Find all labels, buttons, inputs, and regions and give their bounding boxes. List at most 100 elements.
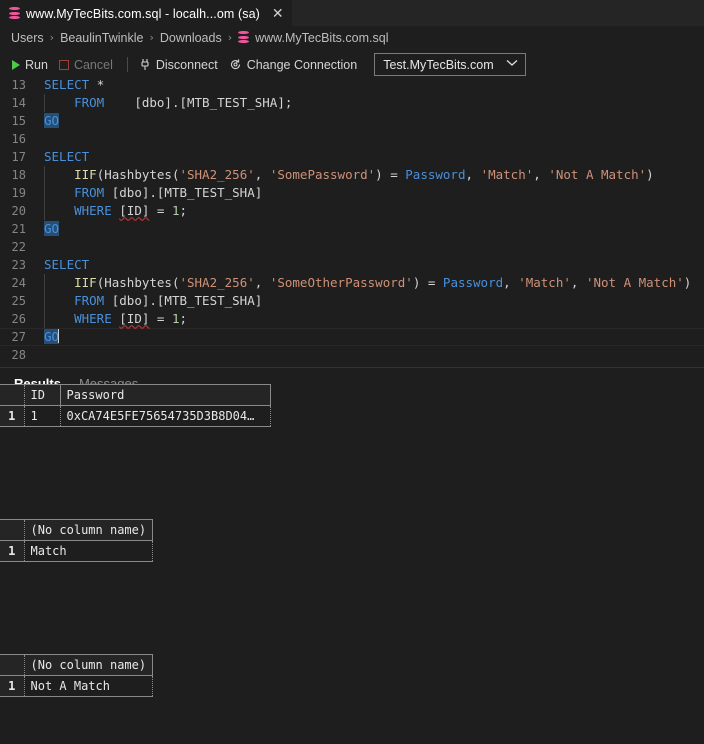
code-line[interactable]: 16 xyxy=(0,130,704,148)
sql-editor-window: www.MyTecBits.com.sql - localh...om (sa)… xyxy=(0,0,704,744)
table-cell[interactable]: Match xyxy=(24,540,154,562)
code-token: [ID] xyxy=(119,311,150,326)
code-token: SELECT xyxy=(44,257,90,272)
breadcrumb-item-users[interactable]: Users xyxy=(11,31,44,45)
code-token: GO xyxy=(44,221,60,236)
code-text: WHERE [ID] = 1; xyxy=(44,310,187,328)
table-header-row: (No column name) xyxy=(0,654,154,676)
table-header-row: ID Password xyxy=(0,384,271,406)
breadcrumb-separator: › xyxy=(149,31,154,44)
text-cursor xyxy=(58,329,60,343)
database-icon xyxy=(238,31,250,44)
line-number: 26 xyxy=(11,312,26,326)
code-token: FROM xyxy=(74,185,105,200)
editor-tab-sql-file[interactable]: www.MyTecBits.com.sql - localh...om (sa)… xyxy=(0,0,292,26)
result-table[interactable]: (No column name) 1 Match xyxy=(0,519,154,562)
column-header[interactable]: (No column name) xyxy=(24,654,154,676)
cancel-button-label: Cancel xyxy=(73,57,113,72)
breadcrumb-item-beaulintwinkle[interactable]: BeaulinTwinkle xyxy=(60,31,143,45)
disconnect-button[interactable]: Disconnect xyxy=(135,56,225,74)
toolbar-divider xyxy=(126,57,128,72)
code-token: Password xyxy=(442,275,504,290)
connection-dropdown[interactable]: Test.MyTecBits.com xyxy=(374,53,526,76)
code-token: [dbo].[MTB_TEST_SHA]; xyxy=(134,95,293,110)
table-row[interactable]: 1 1 0xCA74E5FE75654735D3B8D04… xyxy=(0,405,271,427)
line-number: 24 xyxy=(11,276,26,290)
code-token: , xyxy=(533,167,549,182)
line-number: 17 xyxy=(11,150,26,164)
code-line[interactable]: 23 SELECT xyxy=(0,256,704,274)
code-line[interactable]: 19 FROM [dbo].[MTB_TEST_SHA] xyxy=(0,184,704,202)
code-token: IIF xyxy=(74,167,97,182)
breadcrumb: Users › BeaulinTwinkle › Downloads › www… xyxy=(0,26,704,49)
code-line[interactable]: 20 WHERE [ID] = 1; xyxy=(0,202,704,220)
row-header-corner xyxy=(0,384,25,406)
breadcrumb-separator: › xyxy=(49,31,55,44)
close-icon[interactable]: ✕ xyxy=(272,7,284,21)
code-line[interactable]: 15 GO xyxy=(0,112,704,130)
result-table[interactable]: (No column name) 1 Not A Match xyxy=(0,654,154,697)
line-number: 13 xyxy=(11,80,26,92)
table-cell[interactable]: Not A Match xyxy=(24,675,154,697)
code-token: 1 xyxy=(171,203,180,218)
line-number: 16 xyxy=(11,132,26,146)
column-header[interactable]: (No column name) xyxy=(24,519,154,541)
code-line[interactable]: 28 xyxy=(0,346,704,364)
code-editor[interactable]: 13 SELECT * 14 FROM [dbo].[MTB_TEST_SHA]; 1… xyxy=(0,80,704,368)
code-token: = xyxy=(149,311,172,326)
code-token: FROM xyxy=(74,293,105,308)
line-number: 22 xyxy=(11,240,26,254)
code-line[interactable]: 13 SELECT * xyxy=(0,80,704,94)
code-token: ) = xyxy=(412,275,443,290)
indent-guide xyxy=(44,94,45,112)
results-panel: Results Messages ID Password 1 1 0xCA74E5FE7… xyxy=(0,368,704,744)
table-cell[interactable]: 1 xyxy=(24,405,61,427)
indent-guide xyxy=(44,274,45,292)
indent-guide xyxy=(44,166,45,184)
code-token: WHERE xyxy=(74,311,112,326)
code-line[interactable]: 18 IIF(Hashbytes('SHA2_256', 'SomePasswo… xyxy=(0,166,704,184)
column-header[interactable]: Password xyxy=(60,384,271,406)
line-number: 28 xyxy=(11,348,26,362)
code-line[interactable]: 17 SELECT xyxy=(0,148,704,166)
code-line[interactable]: 26 WHERE [ID] = 1; xyxy=(0,310,704,328)
result-table[interactable]: ID Password 1 1 0xCA74E5FE75654735D3B8D04… xyxy=(0,384,271,427)
code-token: FROM xyxy=(74,95,105,110)
indent-guide xyxy=(44,184,45,202)
column-header[interactable]: ID xyxy=(24,384,61,406)
line-number: 21 xyxy=(11,222,26,236)
code-line[interactable]: 25 FROM [dbo].[MTB_TEST_SHA] xyxy=(0,292,704,310)
code-token: ) xyxy=(646,167,654,182)
code-token: 'SHA2_256' xyxy=(179,167,255,182)
code-token: Hashbytes xyxy=(104,275,172,290)
code-token: , xyxy=(254,167,270,182)
code-token: SELECT xyxy=(44,149,90,164)
code-line[interactable]: 27 GO xyxy=(0,328,704,346)
code-line[interactable]: 22 xyxy=(0,238,704,256)
code-line[interactable]: 21 GO xyxy=(0,220,704,238)
code-line[interactable]: 24 IIF(Hashbytes('SHA2_256', 'SomeOtherP… xyxy=(0,274,704,292)
code-token: 1 xyxy=(171,311,180,326)
code-token: Hashbytes xyxy=(104,167,172,182)
stop-square-icon xyxy=(58,59,69,70)
result-grid: (No column name) 1 Not A Match xyxy=(0,654,154,697)
change-connection-button[interactable]: Change Connection xyxy=(225,56,365,74)
table-cell[interactable]: 0xCA74E5FE75654735D3B8D04… xyxy=(60,405,271,427)
result-grid: (No column name) 1 Match xyxy=(0,519,154,562)
run-button[interactable]: Run xyxy=(8,56,55,74)
breadcrumb-item-file[interactable]: www.MyTecBits.com.sql xyxy=(238,31,388,45)
breadcrumb-item-downloads[interactable]: Downloads xyxy=(160,31,222,45)
table-row[interactable]: 1 Not A Match xyxy=(0,675,154,697)
table-row[interactable]: 1 Match xyxy=(0,540,154,562)
code-token: = xyxy=(149,203,172,218)
cancel-button[interactable]: Cancel xyxy=(55,56,120,74)
chevron-down-icon xyxy=(506,59,518,70)
row-header-corner xyxy=(0,654,25,676)
row-number: 1 xyxy=(0,405,25,427)
indent-guide xyxy=(44,310,45,328)
code-token: SELECT xyxy=(44,80,90,92)
code-line[interactable]: 14 FROM [dbo].[MTB_TEST_SHA]; xyxy=(0,94,704,112)
